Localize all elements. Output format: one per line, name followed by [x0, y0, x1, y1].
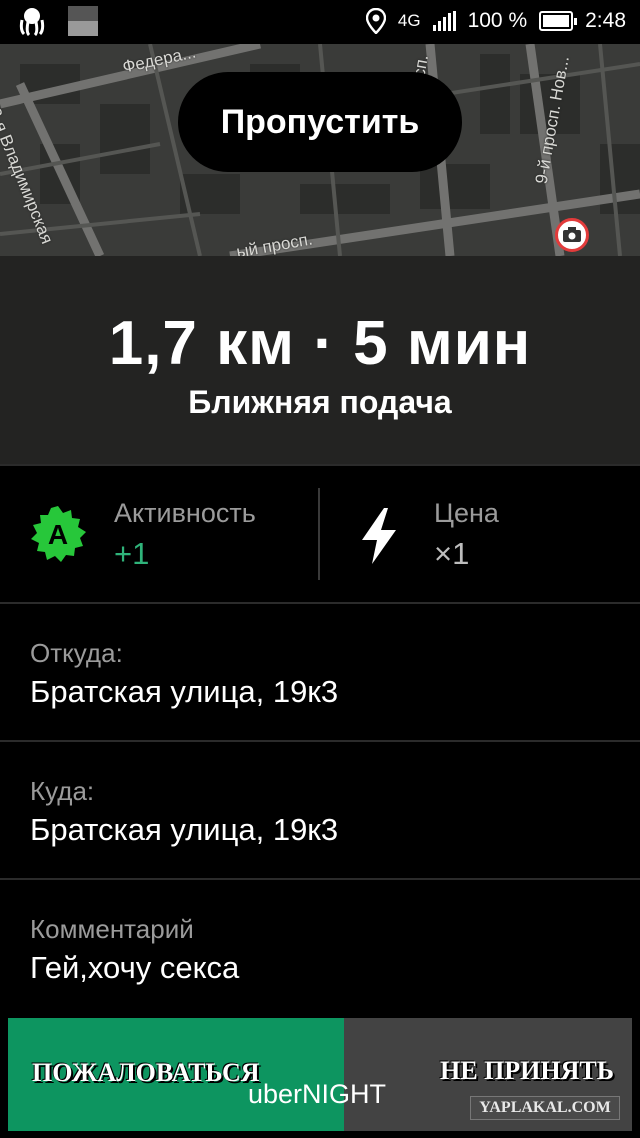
battery-percent: 100 % — [467, 9, 528, 32]
divider — [0, 740, 640, 742]
activity-value: +1 — [114, 536, 150, 571]
activity-badge-icon: A — [31, 506, 86, 562]
svg-text:A: A — [48, 519, 68, 550]
notification-thumbnail-icon — [68, 6, 98, 36]
network-type: 4G — [397, 11, 421, 30]
report-button[interactable]: ПОЖАЛОВАТЬСЯ — [8, 1018, 344, 1131]
order-summary-card: 1,7 км · 5 мин Ближняя подача — [0, 256, 640, 464]
distance-time: 1,7 км · 5 мин — [108, 309, 532, 378]
stats-row: A Активность +1 Цена ×1 — [0, 466, 640, 602]
camera-marker-icon[interactable] — [555, 218, 589, 252]
skip-button[interactable]: Пропустить — [178, 72, 462, 172]
octopus-icon — [19, 8, 45, 36]
divider — [0, 602, 640, 604]
lightning-icon — [362, 508, 396, 564]
battery-icon — [539, 11, 578, 31]
price-label: Цена — [434, 498, 499, 528]
location-icon — [365, 8, 386, 34]
stats-divider — [318, 488, 320, 580]
uber-night-watermark: uberNIGHT — [248, 1079, 387, 1109]
from-label: Откуда: — [30, 638, 123, 668]
comment-text: Гей,хочу секса — [30, 950, 240, 985]
activity-label: Активность — [114, 498, 256, 528]
site-watermark: YAPLAKAL.COM — [470, 1096, 620, 1120]
to-label: Куда: — [30, 776, 95, 806]
divider — [0, 878, 640, 880]
signal-icon — [432, 11, 456, 31]
comment-label: Комментарий — [30, 914, 194, 944]
status-bar: 4G 100 % 2:48 — [0, 0, 640, 44]
from-address: Братская улица, 19к3 — [30, 674, 339, 709]
report-button-label: ПОЖАЛОВАТЬСЯ — [32, 1058, 260, 1087]
clock: 2:48 — [585, 9, 626, 32]
to-address: Братская улица, 19к3 — [30, 812, 339, 847]
decline-button-label: НЕ ПРИНЯТЬ — [440, 1056, 614, 1085]
pickup-type: Ближняя подача — [188, 384, 452, 420]
price-multiplier: ×1 — [434, 536, 470, 571]
